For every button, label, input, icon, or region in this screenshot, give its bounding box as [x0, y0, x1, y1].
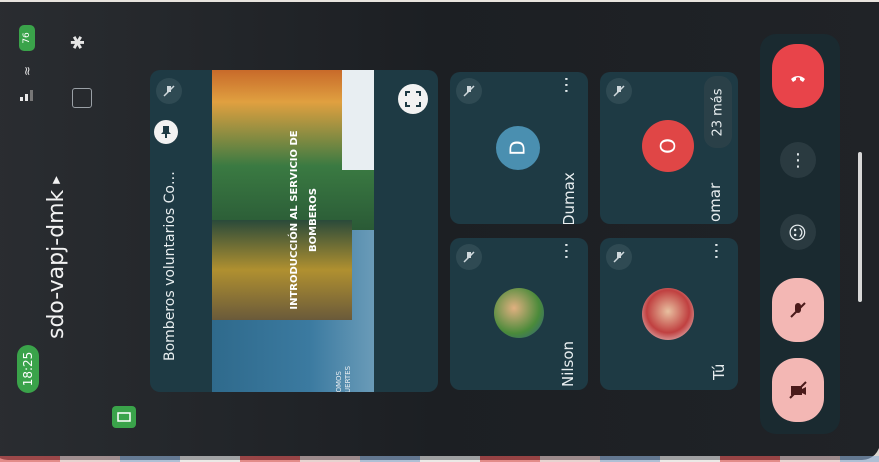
- presentation-tile[interactable]: Bomberos voluntarios Co… INTRODUCCIÓN AL…: [150, 70, 438, 392]
- participant-initial: D: [506, 140, 530, 156]
- battery-level: 76: [22, 32, 32, 44]
- slide-logo-panel: [342, 70, 374, 170]
- camera-off-icon: [789, 381, 807, 399]
- participant-initial: O: [656, 138, 680, 154]
- camera-toggle-button[interactable]: [772, 358, 824, 422]
- participant-tile-self[interactable]: ⋯ Tú: [600, 238, 738, 390]
- participant-name: Tú: [710, 363, 728, 380]
- more-vert-icon[interactable]: ⋯: [556, 242, 577, 260]
- more-vert-icon[interactable]: ⋯: [556, 76, 577, 94]
- participant-avatar: O: [642, 120, 694, 172]
- participant-avatar-photo: [494, 288, 544, 338]
- slide-footer: SOMOS FUERTES: [335, 337, 365, 392]
- presentation-title: Bomberos voluntarios Co…: [162, 171, 178, 361]
- more-vert-icon: ⋮: [789, 149, 807, 171]
- background-stripe: [0, 456, 879, 462]
- status-time-text: 18:25: [21, 351, 35, 387]
- phone-hangup-icon: [791, 76, 805, 82]
- participant-tile-omar[interactable]: 23 más O omar: [600, 72, 738, 224]
- more-options-button[interactable]: ⋮: [780, 142, 816, 178]
- audio-output-icon[interactable]: [72, 88, 92, 108]
- emoji-icon: ☺: [787, 222, 809, 242]
- participant-name: Nilson: [559, 340, 577, 387]
- home-indicator: [858, 152, 862, 302]
- participant-avatar: D: [496, 126, 540, 170]
- wifi-icon: ≈: [20, 65, 34, 76]
- shared-slide: INTRODUCCIÓN AL SERVICIO DE BOMBEROS SOM…: [212, 70, 374, 392]
- switch-camera-icon[interactable]: [112, 406, 136, 428]
- more-vert-icon[interactable]: ⋯: [706, 242, 727, 260]
- participant-name: omar: [706, 182, 724, 222]
- participant-avatar-photo: [642, 288, 694, 340]
- mic-off-icon: [156, 78, 182, 104]
- phone-screen: 18:25 ≈ 76 sdo-vapj-dmk ▶ ✱ Bomberos vol…: [0, 2, 879, 460]
- meeting-code: sdo-vapj-dmk: [43, 189, 69, 339]
- slide-footer-line1: SOMOS: [335, 371, 343, 392]
- fullscreen-icon[interactable]: [398, 84, 428, 114]
- mic-off-icon: [790, 302, 806, 318]
- battery-indicator: 76: [19, 25, 35, 51]
- meeting-header[interactable]: sdo-vapj-dmk ▶: [41, 139, 71, 339]
- more-participants-text: 23 más: [710, 87, 726, 137]
- participant-name-wrap: Dumax: [560, 146, 580, 224]
- mic-off-icon: [606, 78, 632, 104]
- bluetooth-icon[interactable]: ✱: [68, 26, 92, 50]
- participant-name-wrap: Nilson: [559, 317, 579, 387]
- reactions-button[interactable]: ☺: [780, 214, 816, 250]
- screenshot-stage: 18:25 ≈ 76 sdo-vapj-dmk ▶ ✱ Bomberos vol…: [0, 0, 879, 462]
- chevron-right-icon: ▶: [50, 176, 62, 184]
- slide-heading: INTRODUCCIÓN AL SERVICIO DE BOMBEROS: [289, 130, 319, 310]
- signal-icon: [20, 86, 34, 101]
- status-time: 18:25: [17, 345, 39, 393]
- participant-name-wrap: Tú: [710, 340, 730, 380]
- participant-name-wrap: omar: [706, 162, 726, 222]
- mic-off-icon: [456, 244, 482, 270]
- slide-heading-wrap: INTRODUCCIÓN AL SERVICIO DE BOMBEROS: [282, 100, 322, 340]
- more-participants-badge[interactable]: 23 más: [704, 76, 732, 148]
- participant-name: Dumax: [560, 172, 578, 224]
- mic-off-icon: [606, 244, 632, 270]
- slide-footer-line2: FUERTES: [344, 365, 352, 392]
- mic-off-icon: [456, 78, 482, 104]
- participant-tile-dumax[interactable]: ⋯ D Dumax: [450, 72, 588, 224]
- mic-toggle-button[interactable]: [772, 278, 824, 342]
- pin-icon[interactable]: [154, 120, 178, 144]
- end-call-button[interactable]: [772, 44, 824, 108]
- participant-tile-nilson[interactable]: ⋯ Nilson: [450, 238, 588, 390]
